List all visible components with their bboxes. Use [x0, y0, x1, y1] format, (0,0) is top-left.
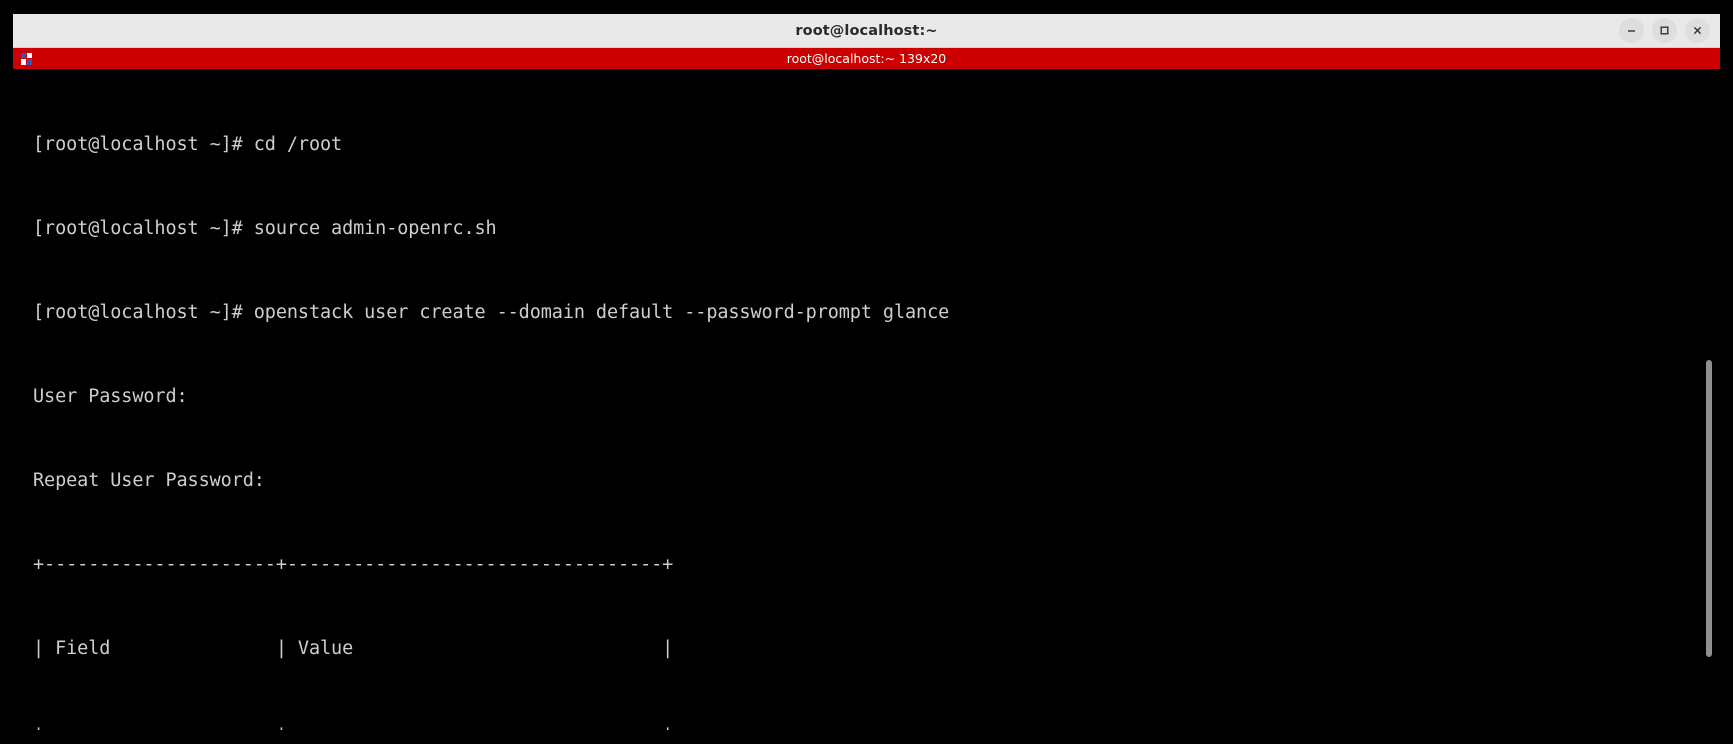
terminal-line: [root@localhost ~]# source admin-openrc.… [33, 218, 497, 239]
close-icon [1693, 26, 1702, 35]
terminal-icon [21, 52, 32, 65]
terminal-line: +---------------------+-----------------… [33, 719, 1720, 730]
maximize-icon [1660, 26, 1669, 35]
terminal-line: Repeat User Password: [33, 470, 265, 491]
window-titlebar[interactable]: root@localhost:~ [13, 14, 1720, 48]
minimize-icon [1628, 30, 1635, 32]
scrollbar-thumb[interactable] [1706, 359, 1712, 658]
window-title: root@localhost:~ [795, 22, 938, 39]
close-button[interactable] [1685, 18, 1710, 43]
minimize-button[interactable] [1619, 18, 1644, 43]
window-controls [1619, 14, 1710, 47]
terminal-tab[interactable]: root@localhost:~ 139x20 [13, 48, 1720, 69]
maximize-button[interactable] [1652, 18, 1677, 43]
terminal-line: | Field | Value | [33, 638, 674, 659]
terminal-screen: [root@localhost ~]# cd /root [root@local… [33, 75, 1720, 730]
vertical-scrollbar[interactable] [1702, 69, 1712, 730]
terminal-body[interactable]: [root@localhost ~]# cd /root [root@local… [13, 69, 1720, 730]
tab-label: root@localhost:~ 139x20 [786, 51, 947, 66]
terminal-line: +---------------------+-----------------… [33, 554, 674, 575]
terminal-window: root@localhost:~ root@localhost:~ 139x20… [13, 14, 1720, 730]
terminal-line: [root@localhost ~]# cd /root [33, 134, 343, 155]
terminal-line: User Password: [33, 386, 188, 407]
terminal-line: [root@localhost ~]# openstack user creat… [33, 302, 950, 323]
